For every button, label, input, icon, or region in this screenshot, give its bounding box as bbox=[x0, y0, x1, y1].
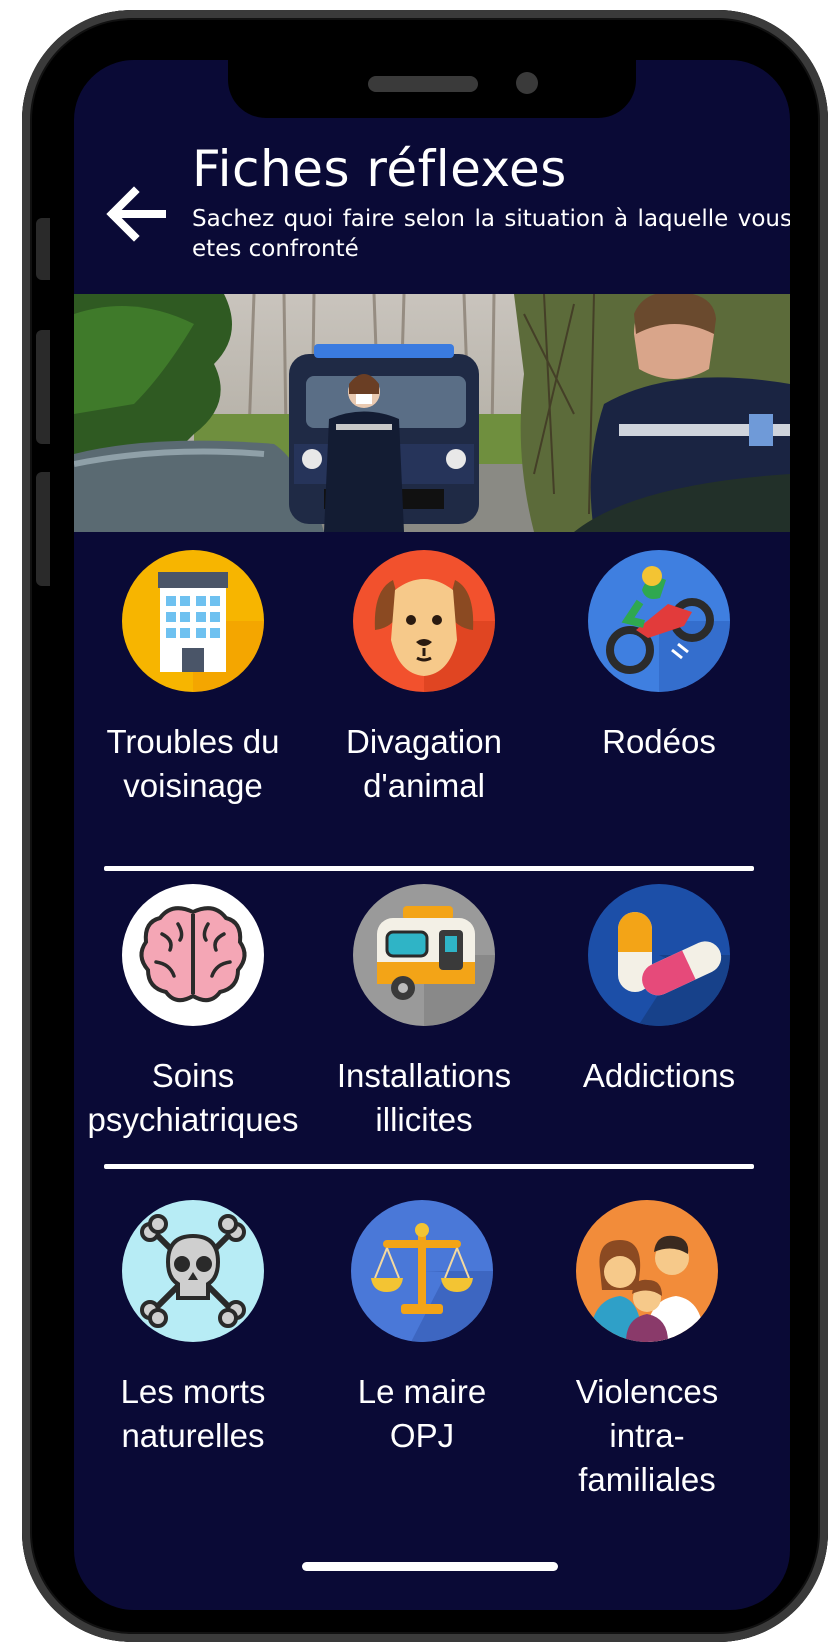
category-violences-intrafamiliales[interactable]: Violences intra- familiales bbox=[528, 1200, 766, 1502]
brain-icon bbox=[122, 884, 264, 1026]
skull-crossbones-icon bbox=[122, 1200, 264, 1342]
volume-up-button bbox=[36, 330, 50, 444]
page-title: Fiches réflexes bbox=[192, 140, 567, 198]
hero-image bbox=[74, 294, 790, 532]
building-icon bbox=[122, 550, 264, 692]
page-subtitle: Sachez quoi faire selon la situation à l… bbox=[192, 206, 790, 262]
category-installations-illicites[interactable]: Installations illicites bbox=[305, 884, 543, 1142]
category-rodeos[interactable]: Rodéos bbox=[540, 550, 778, 764]
category-divagation-animal[interactable]: Divagation d'animal bbox=[305, 550, 543, 808]
category-label: Violences intra- familiales bbox=[575, 1373, 719, 1498]
category-label: Installations illicites bbox=[336, 1057, 512, 1138]
back-button[interactable] bbox=[100, 178, 170, 248]
volume-down-button bbox=[36, 472, 50, 586]
back-arrow-icon bbox=[106, 186, 166, 242]
caravan-icon bbox=[353, 884, 495, 1026]
category-troubles-voisinage[interactable]: Troubles du voisinage bbox=[74, 550, 312, 808]
category-label: Soins psychiatriques bbox=[87, 1057, 299, 1138]
front-camera bbox=[516, 72, 538, 94]
category-label: Troubles du voisinage bbox=[106, 723, 280, 804]
category-row-3: Les morts naturelles Le maire OPJ Violen… bbox=[74, 1200, 790, 1498]
category-row-1: Troubles du voisinage Divagation d'anima… bbox=[74, 550, 790, 830]
family-icon bbox=[576, 1200, 718, 1342]
pill-icon bbox=[588, 884, 730, 1026]
category-label: Divagation d'animal bbox=[346, 723, 502, 804]
category-soins-psychiatriques[interactable]: Soins psychiatriques bbox=[74, 884, 312, 1142]
mute-switch bbox=[36, 218, 50, 280]
scales-icon bbox=[351, 1200, 493, 1342]
app-screen: Fiches réflexes Sachez quoi faire selon … bbox=[74, 60, 790, 1610]
dog-icon bbox=[353, 550, 495, 692]
category-addictions[interactable]: Addictions bbox=[540, 884, 778, 1098]
row-divider bbox=[104, 1164, 754, 1169]
category-label: Rodéos bbox=[602, 723, 716, 760]
row-divider bbox=[104, 866, 754, 871]
category-row-2: Soins psychiatriques Installations illic… bbox=[74, 884, 790, 1164]
category-maire-opj[interactable]: Le maire OPJ bbox=[303, 1200, 541, 1458]
home-indicator[interactable] bbox=[302, 1562, 558, 1571]
category-label: Addictions bbox=[582, 1057, 736, 1094]
category-morts-naturelles[interactable]: Les morts naturelles bbox=[74, 1200, 312, 1458]
motocross-icon bbox=[588, 550, 730, 692]
category-label: Les morts naturelles bbox=[120, 1373, 266, 1454]
speaker-grille bbox=[368, 76, 478, 92]
category-label: Le maire OPJ bbox=[357, 1373, 487, 1454]
notch bbox=[228, 60, 636, 118]
